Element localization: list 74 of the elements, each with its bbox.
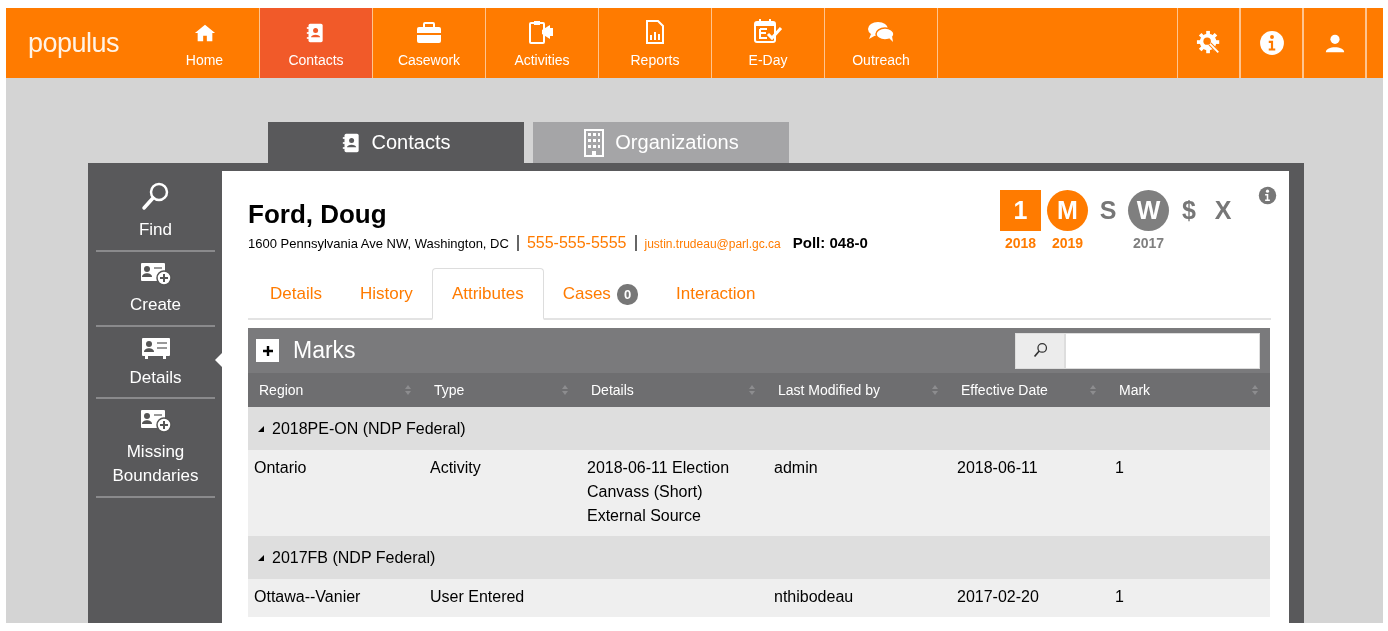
clipboard-megaphone-icon [528, 20, 556, 44]
count-badge: 0 [616, 283, 639, 305]
report-chart-icon [645, 20, 665, 44]
badge-year: 2017 [1132, 235, 1165, 251]
column-header[interactable]: Type [423, 373, 580, 407]
search-button[interactable] [1015, 332, 1065, 369]
section-tab[interactable]: Organizations [533, 122, 789, 163]
caret-icon [258, 425, 264, 432]
table-cell: Activity [430, 459, 481, 476]
column-header[interactable]: Mark [1108, 373, 1270, 407]
table-cell: nthibodeau [774, 588, 854, 605]
status-badge: 1 [1000, 190, 1041, 231]
building-icon [583, 128, 606, 157]
gear-wrench-icon [1195, 30, 1222, 56]
add-card-icon [139, 409, 172, 434]
sort-icon [931, 384, 939, 396]
search-icon [1031, 342, 1049, 359]
group-row[interactable]: 2018PE-ON (NDP Federal) [248, 407, 1270, 450]
table-cell: 2017-02-20 [957, 588, 1039, 605]
house-icon [193, 22, 216, 44]
table-cell: 2018-06-11 Election Canvass (Short) External Source [587, 459, 730, 524]
search-icon [140, 181, 171, 211]
caret-icon [258, 554, 264, 561]
info-icon [1258, 30, 1285, 56]
nav-tab[interactable]: Contacts [260, 8, 373, 78]
sort-icon [1251, 384, 1259, 396]
sort-icon [748, 384, 756, 396]
calendar-check-icon [753, 18, 783, 44]
detail-tab[interactable]: Attributes [431, 268, 544, 320]
table-cell: User Entered [430, 588, 525, 605]
table-cell: 1 [1115, 588, 1124, 605]
detail-tab[interactable]: Details [251, 268, 341, 320]
address-book-icon [306, 22, 326, 44]
column-header[interactable]: Details [580, 373, 767, 407]
address: 1600 Pennsylvania Ave NW, Washington, DC [248, 236, 509, 251]
column-header[interactable]: Region [248, 373, 423, 407]
table-cell: 1 [1115, 459, 1124, 476]
user-icon [1323, 32, 1346, 54]
column-header[interactable]: Effective Date [950, 373, 1108, 407]
badge-year: 2018 [1004, 235, 1037, 251]
sort-icon [561, 384, 569, 396]
id-card-icon [140, 336, 171, 359]
poll-number: Poll: 048-0 [792, 234, 868, 251]
section-tab[interactable]: Contacts [268, 122, 524, 163]
email-link[interactable]: justin.trudeau@parl.gc.ca [644, 237, 781, 251]
briefcase-icon [416, 22, 442, 44]
column-header[interactable]: Last Modified by [767, 373, 950, 407]
status-badge: W [1128, 190, 1169, 231]
detail-tab[interactable]: History [340, 268, 432, 320]
contact-name: Ford, Doug [248, 199, 388, 230]
table-cell: admin [774, 459, 818, 476]
detail-tab[interactable]: Interaction [657, 268, 775, 320]
sort-icon [1089, 384, 1097, 396]
sort-icon [404, 384, 412, 396]
panel-title: Marks [293, 337, 357, 364]
table-cell: Ottawa--Vanier [254, 588, 361, 605]
info-icon[interactable] [1258, 186, 1277, 205]
detail-tab[interactable]: Cases 0 [543, 268, 658, 320]
search-field[interactable] [1065, 332, 1260, 369]
group-row[interactable]: 2017FB (NDP Federal) [248, 536, 1270, 579]
status-letter: S [1098, 195, 1118, 226]
phone-link[interactable]: 555-555-5555 [526, 234, 627, 252]
speech-bubbles-icon [866, 20, 896, 44]
status-letter: X [1213, 195, 1233, 226]
table-cell: Ontario [254, 459, 307, 476]
logo: populus [27, 26, 121, 60]
status-letter: $ [1181, 195, 1197, 226]
add-card-icon [139, 261, 172, 286]
status-badge: M [1047, 190, 1088, 231]
address-book-icon [341, 131, 362, 154]
plus-icon [261, 344, 274, 357]
add-button[interactable] [256, 339, 279, 362]
badge-year: 2019 [1051, 235, 1084, 251]
table-cell: 2018-06-11 [957, 459, 1038, 476]
